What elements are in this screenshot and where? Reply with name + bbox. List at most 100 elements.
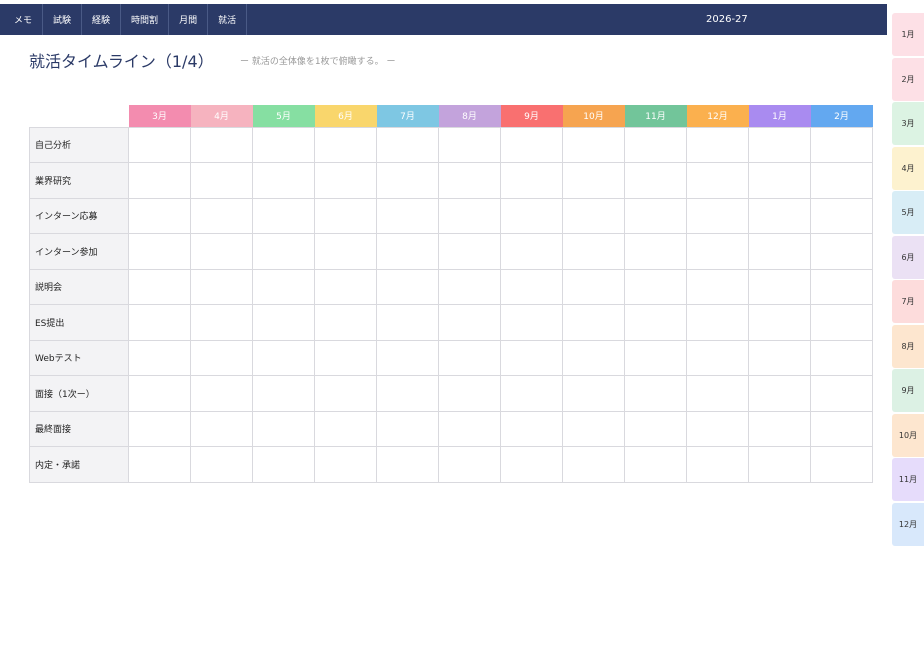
side-tab-month[interactable]: 11月	[892, 458, 924, 501]
timeline-cell[interactable]	[438, 233, 501, 270]
timeline-cell[interactable]	[252, 126, 315, 163]
timeline-cell[interactable]	[810, 304, 873, 341]
nav-tab-memo[interactable]: メモ	[0, 4, 44, 35]
timeline-cell[interactable]	[810, 233, 873, 270]
timeline-cell[interactable]	[624, 446, 687, 483]
nav-tab-exam[interactable]: 試験	[43, 4, 83, 35]
timeline-cell[interactable]	[500, 162, 563, 199]
timeline-cell[interactable]	[128, 268, 191, 305]
timeline-cell[interactable]	[190, 304, 253, 341]
timeline-cell[interactable]	[190, 233, 253, 270]
timeline-cell[interactable]	[562, 339, 625, 376]
timeline-cell[interactable]	[624, 375, 687, 412]
timeline-cell[interactable]	[748, 162, 811, 199]
timeline-cell[interactable]	[190, 268, 253, 305]
timeline-cell[interactable]	[748, 339, 811, 376]
timeline-cell[interactable]	[376, 268, 439, 305]
timeline-cell[interactable]	[252, 304, 315, 341]
timeline-cell[interactable]	[686, 126, 749, 163]
timeline-cell[interactable]	[748, 197, 811, 234]
timeline-cell[interactable]	[128, 197, 191, 234]
timeline-cell[interactable]	[128, 304, 191, 341]
timeline-cell[interactable]	[190, 126, 253, 163]
timeline-cell[interactable]	[748, 126, 811, 163]
timeline-cell[interactable]	[562, 304, 625, 341]
timeline-cell[interactable]	[314, 233, 377, 270]
side-tab-month[interactable]: 8月	[892, 324, 924, 368]
timeline-cell[interactable]	[748, 375, 811, 412]
timeline-cell[interactable]	[500, 126, 563, 163]
timeline-cell[interactable]	[624, 410, 687, 447]
timeline-cell[interactable]	[438, 339, 501, 376]
timeline-cell[interactable]	[810, 162, 873, 199]
timeline-cell[interactable]	[810, 126, 873, 163]
timeline-cell[interactable]	[438, 162, 501, 199]
timeline-cell[interactable]	[314, 410, 377, 447]
timeline-cell[interactable]	[438, 410, 501, 447]
timeline-cell[interactable]	[252, 233, 315, 270]
timeline-cell[interactable]	[190, 197, 253, 234]
timeline-cell[interactable]	[376, 233, 439, 270]
nav-tab-experience[interactable]: 経験	[82, 4, 122, 35]
side-tab-month[interactable]: 10月	[892, 413, 924, 457]
timeline-cell[interactable]	[686, 304, 749, 341]
side-tab-month[interactable]: 7月	[892, 280, 924, 323]
timeline-cell[interactable]	[810, 197, 873, 234]
timeline-cell[interactable]	[314, 339, 377, 376]
timeline-cell[interactable]	[314, 162, 377, 199]
timeline-cell[interactable]	[624, 162, 687, 199]
side-tab-month[interactable]: 1月	[892, 13, 924, 56]
nav-tab-timetable[interactable]: 時間割	[121, 4, 170, 35]
timeline-cell[interactable]	[376, 304, 439, 341]
timeline-cell[interactable]	[500, 233, 563, 270]
timeline-cell[interactable]	[500, 446, 563, 483]
timeline-cell[interactable]	[686, 197, 749, 234]
timeline-cell[interactable]	[314, 197, 377, 234]
timeline-cell[interactable]	[810, 375, 873, 412]
timeline-cell[interactable]	[810, 446, 873, 483]
timeline-cell[interactable]	[314, 375, 377, 412]
timeline-cell[interactable]	[686, 446, 749, 483]
timeline-cell[interactable]	[190, 375, 253, 412]
side-tab-month[interactable]: 3月	[892, 102, 924, 145]
timeline-cell[interactable]	[252, 197, 315, 234]
nav-tab-monthly[interactable]: 月間	[169, 4, 209, 35]
timeline-cell[interactable]	[376, 339, 439, 376]
timeline-cell[interactable]	[686, 410, 749, 447]
timeline-cell[interactable]	[500, 304, 563, 341]
timeline-cell[interactable]	[190, 446, 253, 483]
timeline-cell[interactable]	[128, 339, 191, 376]
timeline-cell[interactable]	[376, 162, 439, 199]
timeline-cell[interactable]	[128, 375, 191, 412]
side-tab-month[interactable]: 9月	[892, 369, 924, 412]
timeline-cell[interactable]	[314, 304, 377, 341]
timeline-cell[interactable]	[686, 339, 749, 376]
timeline-cell[interactable]	[500, 410, 563, 447]
timeline-cell[interactable]	[624, 304, 687, 341]
timeline-cell[interactable]	[624, 233, 687, 270]
timeline-cell[interactable]	[252, 375, 315, 412]
timeline-cell[interactable]	[624, 126, 687, 163]
timeline-cell[interactable]	[624, 268, 687, 305]
timeline-cell[interactable]	[128, 126, 191, 163]
timeline-cell[interactable]	[562, 126, 625, 163]
timeline-cell[interactable]	[128, 233, 191, 270]
side-tab-month[interactable]: 4月	[892, 146, 924, 190]
timeline-cell[interactable]	[252, 339, 315, 376]
timeline-cell[interactable]	[314, 268, 377, 305]
timeline-cell[interactable]	[500, 375, 563, 412]
side-tab-month[interactable]: 6月	[892, 235, 924, 279]
timeline-cell[interactable]	[314, 126, 377, 163]
timeline-cell[interactable]	[438, 375, 501, 412]
timeline-cell[interactable]	[252, 162, 315, 199]
timeline-cell[interactable]	[128, 410, 191, 447]
timeline-cell[interactable]	[562, 197, 625, 234]
timeline-cell[interactable]	[810, 268, 873, 305]
timeline-cell[interactable]	[376, 375, 439, 412]
timeline-cell[interactable]	[500, 197, 563, 234]
timeline-cell[interactable]	[748, 410, 811, 447]
timeline-cell[interactable]	[252, 410, 315, 447]
timeline-cell[interactable]	[562, 446, 625, 483]
timeline-cell[interactable]	[686, 233, 749, 270]
timeline-cell[interactable]	[748, 304, 811, 341]
